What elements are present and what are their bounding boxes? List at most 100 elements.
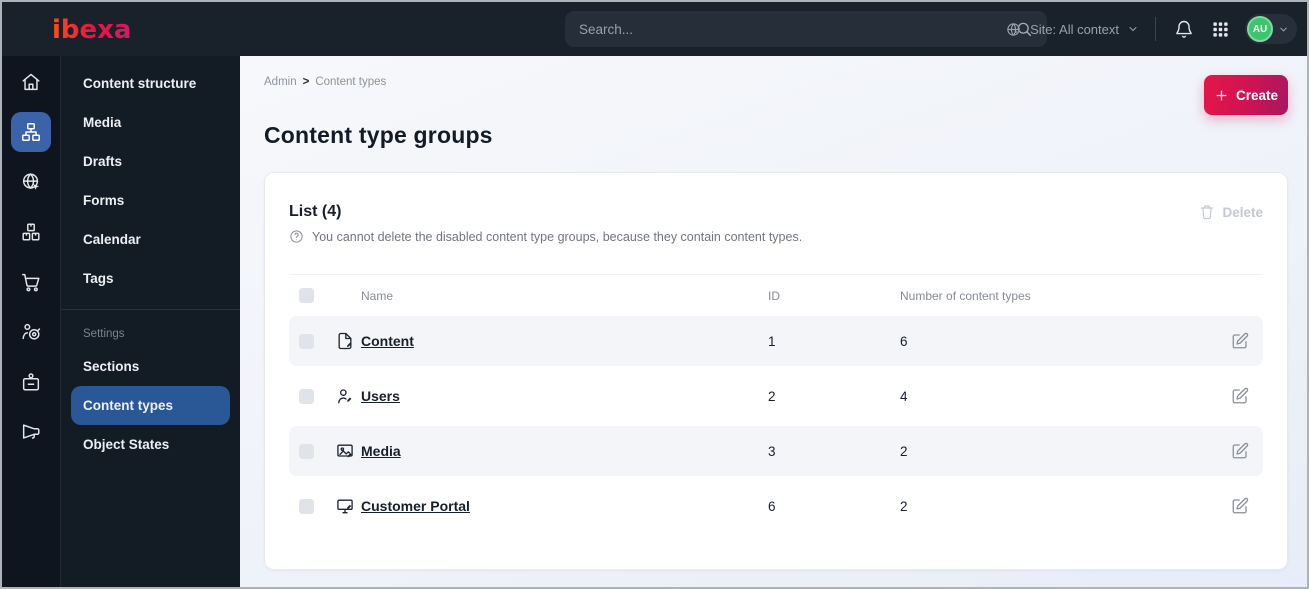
sidebar-menu: Content structure Media Drafts Forms Cal…	[60, 56, 240, 587]
global-search	[565, 11, 1047, 47]
group-id: 2	[768, 388, 776, 404]
sidebar-item-media[interactable]: Media	[71, 103, 230, 142]
chevron-down-icon	[1127, 23, 1139, 35]
sidebar-item-content-types[interactable]: Content types	[71, 386, 230, 425]
create-button-label: Create	[1235, 87, 1279, 103]
group-count: 2	[900, 443, 908, 459]
sidebar-item-drafts[interactable]: Drafts	[71, 142, 230, 181]
row-checkbox[interactable]	[299, 388, 314, 404]
sidebar-item-sections[interactable]: Sections	[71, 347, 230, 386]
badge-icon	[20, 371, 42, 393]
app-grid-icon	[1211, 20, 1230, 39]
column-header-id: ID	[768, 288, 780, 303]
row-checkbox[interactable]	[299, 333, 314, 349]
breadcrumb-admin[interactable]: Admin	[264, 76, 297, 88]
help-icon	[289, 229, 304, 244]
row-checkbox[interactable]	[299, 443, 314, 459]
group-name-link[interactable]: Customer Portal	[361, 498, 768, 514]
notifications-button[interactable]	[1172, 17, 1196, 41]
group-name-link[interactable]: Media	[361, 443, 768, 459]
site-context-label: Site: All context	[1030, 21, 1119, 37]
info-text: You cannot delete the disabled content t…	[312, 229, 803, 244]
topbar-divider	[1155, 17, 1156, 41]
document-icon	[335, 331, 361, 351]
table-row: Customer Portal 6 2	[289, 481, 1263, 531]
row-checkbox[interactable]	[299, 498, 314, 514]
user-menu[interactable]: AU	[1245, 14, 1297, 44]
edit-icon	[1231, 332, 1249, 350]
sidebar-item-forms[interactable]: Forms	[71, 181, 230, 220]
image-icon	[335, 441, 361, 461]
breadcrumb-current: Content types	[315, 76, 387, 88]
app-switcher-button[interactable]	[1209, 18, 1232, 41]
info-message: You cannot delete the disabled content t…	[289, 229, 1263, 244]
delete-button[interactable]: Delete	[1199, 204, 1263, 220]
megaphone-icon	[20, 421, 42, 443]
group-count: 4	[900, 388, 908, 404]
sidebar-item-calendar[interactable]: Calendar	[71, 220, 230, 259]
list-count-heading: List (4)	[289, 203, 342, 220]
content-area: Admin > Content types Create Content typ…	[240, 56, 1307, 587]
content-type-groups-table: Name ID Number of content types Content	[289, 274, 1263, 531]
group-id: 6	[768, 498, 776, 514]
group-name-link[interactable]: Content	[361, 333, 768, 349]
rail-item-commerce[interactable]	[11, 262, 51, 302]
rail-item-products[interactable]	[11, 212, 51, 252]
column-header-count: Number of content types	[900, 288, 1031, 303]
home-icon	[20, 71, 42, 93]
table-header-row: Name ID Number of content types	[289, 274, 1263, 316]
rail-item-site[interactable]	[11, 162, 51, 202]
monitor-icon	[335, 496, 361, 516]
select-all-checkbox[interactable]	[299, 288, 314, 303]
rail-item-content[interactable]	[11, 112, 51, 152]
ibexa-logo-icon: ibexa	[52, 15, 131, 45]
ibexa-logo[interactable]: ibexa	[50, 12, 158, 46]
site-context-selector[interactable]: Site: All context	[1005, 21, 1139, 38]
content-type-groups-panel: List (4) Delete You cannot delete the di…	[264, 172, 1288, 570]
user-icon	[335, 386, 361, 406]
breadcrumb: Admin > Content types	[264, 76, 1288, 88]
table-row: Media 3 2	[289, 426, 1263, 476]
group-name-link[interactable]: Users	[361, 388, 768, 404]
panel-header: List (4) Delete	[289, 203, 1263, 221]
trash-icon	[1199, 204, 1215, 220]
svg-text:ibexa: ibexa	[52, 15, 131, 45]
column-header-name: Name	[361, 288, 394, 303]
page-title: Content type groups	[264, 122, 493, 148]
site-globe-icon	[20, 171, 42, 193]
edit-icon	[1231, 442, 1249, 460]
topbar: ibexa Site: All context	[2, 2, 1307, 56]
edit-button[interactable]	[1231, 442, 1249, 460]
icon-rail	[2, 56, 60, 587]
edit-button[interactable]	[1231, 497, 1249, 515]
table-row: Users 2 4	[289, 371, 1263, 421]
main-layout: Content structure Media Drafts Forms Cal…	[2, 56, 1307, 587]
create-button[interactable]: Create	[1204, 75, 1288, 115]
group-id: 1	[768, 333, 776, 349]
sidebar-item-content-structure[interactable]: Content structure	[71, 64, 230, 103]
edit-button[interactable]	[1231, 387, 1249, 405]
group-count: 6	[900, 333, 908, 349]
target-audience-icon	[20, 321, 42, 343]
edit-icon	[1231, 387, 1249, 405]
group-id: 3	[768, 443, 776, 459]
rail-item-admin[interactable]	[11, 362, 51, 402]
sidebar-item-object-states[interactable]: Object States	[71, 425, 230, 464]
sidebar-settings-label: Settings	[83, 328, 125, 340]
edit-button[interactable]	[1231, 332, 1249, 350]
rail-item-dashboard[interactable]	[11, 62, 51, 102]
products-icon	[20, 221, 42, 243]
delete-button-label: Delete	[1222, 204, 1263, 220]
topbar-right-cluster: Site: All context AU	[1005, 2, 1297, 56]
search-input[interactable]	[579, 21, 1005, 37]
avatar: AU	[1247, 16, 1273, 42]
rail-item-campaigns[interactable]	[11, 412, 51, 452]
sidebar-divider	[61, 309, 240, 310]
cart-icon	[20, 271, 42, 293]
rail-item-personalization[interactable]	[11, 312, 51, 352]
group-count: 2	[900, 498, 908, 514]
edit-icon	[1231, 497, 1249, 515]
sidebar-item-tags[interactable]: Tags	[71, 259, 230, 298]
globe-icon	[1005, 21, 1022, 38]
content-tree-icon	[20, 121, 42, 143]
